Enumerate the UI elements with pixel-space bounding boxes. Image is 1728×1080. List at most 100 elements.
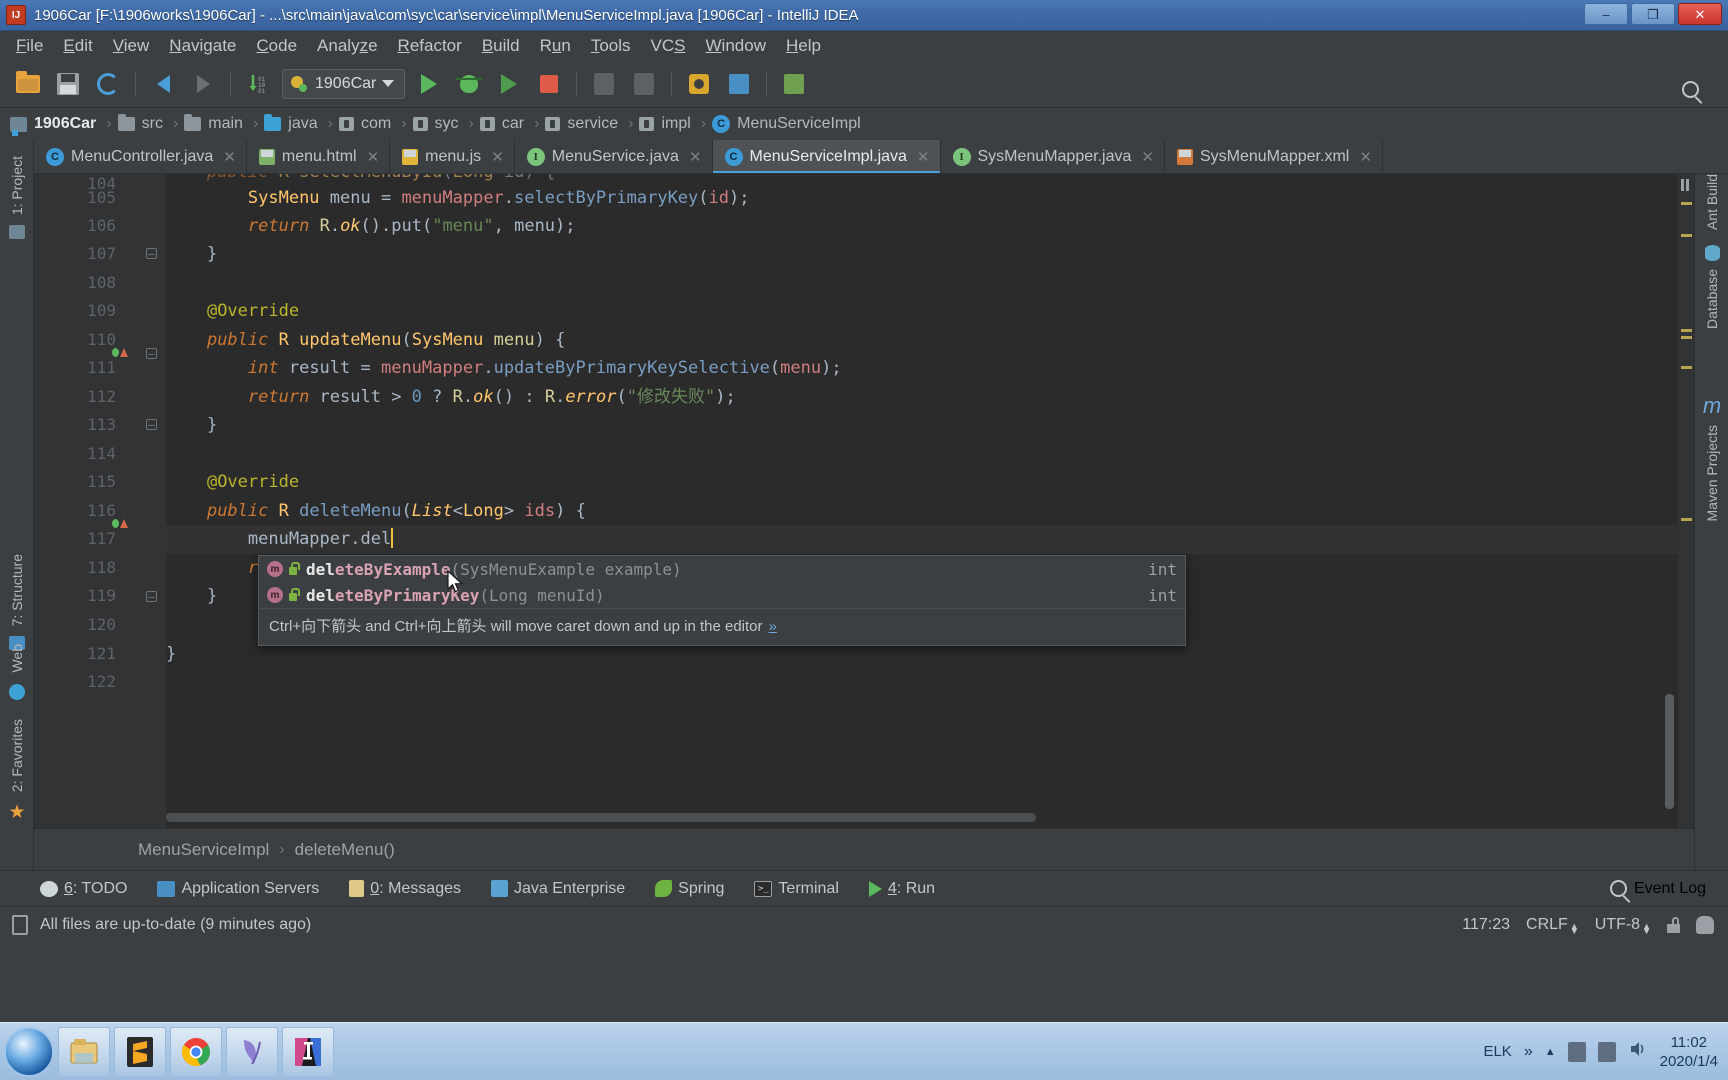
menu-view[interactable]: View bbox=[103, 34, 160, 58]
stripe-marker[interactable] bbox=[1681, 366, 1692, 369]
override-gutter-marker[interactable] bbox=[112, 515, 128, 531]
tab-menucontroller-java[interactable]: C MenuController.java ✕ bbox=[34, 140, 247, 173]
tab-sysmenumapper-java[interactable]: I SysMenuMapper.java ✕ bbox=[941, 140, 1165, 173]
sidebar-item-project[interactable]: 1: Project bbox=[0, 152, 34, 240]
stripe-marker[interactable] bbox=[1681, 234, 1692, 237]
maximize-button[interactable]: ❐ bbox=[1631, 3, 1675, 25]
run-configuration-selector[interactable]: 1906Car bbox=[282, 68, 406, 99]
code-line[interactable] bbox=[166, 668, 1694, 697]
volume-icon[interactable] bbox=[1628, 1039, 1648, 1064]
menu-refactor[interactable]: Refactor bbox=[388, 34, 472, 58]
menu-vcs[interactable]: VCS bbox=[641, 34, 696, 58]
vertical-scrollbar[interactable] bbox=[1665, 694, 1674, 809]
breadcrumb-main[interactable]: main › bbox=[184, 114, 264, 133]
run-with-coverage-icon[interactable] bbox=[492, 67, 526, 101]
menu-build[interactable]: Build bbox=[472, 34, 530, 58]
tab-menuserviceimpl-java[interactable]: C MenuServiceImpl.java ✕ bbox=[712, 140, 941, 173]
usb-icon[interactable] bbox=[1567, 1041, 1586, 1062]
tray-expand-icon[interactable]: » bbox=[1524, 1043, 1533, 1061]
update-project-icon[interactable]: 01 10 01 bbox=[241, 67, 275, 101]
code-line[interactable]: return result > 0 ? R.ok() : R.error("修改… bbox=[166, 383, 1694, 412]
sidebar-item-favorites[interactable]: 2: Favorites ★ bbox=[0, 715, 34, 822]
code-line[interactable]: } bbox=[166, 240, 1694, 269]
breadcrumb-java[interactable]: java › bbox=[264, 114, 339, 133]
event-log-button[interactable]: Event Log bbox=[1609, 880, 1706, 898]
show-hidden-icons-icon[interactable]: ▲ bbox=[1545, 1046, 1556, 1058]
taskbar-file-explorer-icon[interactable] bbox=[58, 1026, 110, 1077]
close-icon[interactable]: ✕ bbox=[367, 148, 380, 166]
unlocked-icon[interactable] bbox=[1667, 916, 1680, 933]
close-icon[interactable]: ✕ bbox=[1141, 148, 1154, 166]
debug-icon[interactable] bbox=[452, 67, 486, 101]
network-icon[interactable] bbox=[1597, 1041, 1616, 1062]
caret-position-indicator[interactable]: 117:23 bbox=[1462, 916, 1510, 934]
menu-window[interactable]: Window bbox=[696, 34, 776, 58]
search-everywhere-icon[interactable] bbox=[1673, 72, 1707, 106]
stripe-marker[interactable] bbox=[1681, 518, 1692, 521]
menu-file[interactable]: File bbox=[6, 34, 53, 58]
stripe-marker[interactable] bbox=[1681, 202, 1692, 205]
forward-arrow-icon[interactable] bbox=[186, 67, 220, 101]
menu-tools[interactable]: Tools bbox=[581, 34, 641, 58]
breadcrumb-1906car[interactable]: 1906Car › bbox=[10, 115, 118, 136]
minimize-button[interactable]: – bbox=[1584, 3, 1628, 25]
menu-edit[interactable]: Edit bbox=[53, 34, 102, 58]
tool-window-todo[interactable]: 6: TODO bbox=[40, 880, 127, 898]
tool-window-messages[interactable]: 0: Messages bbox=[349, 880, 461, 898]
close-icon[interactable]: ✕ bbox=[917, 148, 930, 166]
completion-item-deletebyprimarykey[interactable]: m deleteByPrimaryKey (Long menuId) int bbox=[259, 582, 1185, 608]
tool-window-java-enterprise[interactable]: Java Enterprise bbox=[491, 880, 625, 898]
menu-code[interactable]: Code bbox=[246, 34, 307, 58]
close-icon[interactable]: ✕ bbox=[689, 148, 702, 166]
override-gutter-marker[interactable] bbox=[112, 344, 128, 360]
settings-wrench-icon[interactable] bbox=[682, 67, 716, 101]
tab-menuservice-java[interactable]: I MenuService.java ✕ bbox=[515, 140, 713, 173]
tab-menu-js[interactable]: menu.js ✕ bbox=[390, 140, 515, 173]
code-line[interactable]: @Override bbox=[166, 297, 1694, 326]
sidebar-item-web[interactable]: Web bbox=[0, 640, 34, 700]
breadcrumb-class[interactable]: MenuServiceImpl bbox=[138, 840, 269, 860]
inspection-pause-icon[interactable] bbox=[1681, 179, 1691, 191]
breadcrumb-src[interactable]: src › bbox=[117, 114, 185, 133]
code-completion-popup[interactable]: m deleteByExample (SysMenuExample exampl… bbox=[258, 555, 1186, 646]
code-text-area[interactable]: public R selectMenuById(Long id) { SysMe… bbox=[166, 174, 1694, 828]
code-line[interactable] bbox=[166, 440, 1694, 469]
close-icon[interactable]: ✕ bbox=[491, 148, 504, 166]
project-structure-icon[interactable] bbox=[722, 67, 756, 101]
commit-icon[interactable] bbox=[587, 67, 621, 101]
close-button[interactable]: ✕ bbox=[1678, 3, 1722, 25]
code-fold-marker[interactable]: ─ bbox=[146, 419, 157, 430]
stripe-marker[interactable] bbox=[1681, 329, 1692, 332]
taskbar-navicat-icon[interactable] bbox=[226, 1026, 278, 1077]
code-line[interactable]: } bbox=[166, 411, 1694, 440]
sidebar-item-database[interactable]: Database bbox=[1695, 245, 1728, 333]
code-fold-marker[interactable]: ─ bbox=[146, 591, 157, 602]
tool-window-run[interactable]: 4: Run bbox=[868, 880, 935, 898]
code-line[interactable] bbox=[166, 269, 1694, 298]
code-line[interactable]: @Override bbox=[166, 468, 1694, 497]
open-folder-icon[interactable] bbox=[11, 67, 45, 101]
menu-run[interactable]: Run bbox=[530, 34, 581, 58]
taskbar-clock[interactable]: 11:02 2020/1/4 bbox=[1660, 1033, 1718, 1071]
update-icon[interactable] bbox=[627, 67, 661, 101]
breadcrumb-service[interactable]: service › bbox=[545, 115, 639, 133]
menu-help[interactable]: Help bbox=[776, 34, 831, 58]
breadcrumb-impl[interactable]: impl › bbox=[639, 115, 712, 133]
code-editor[interactable]: 104 105 106 107 108 109 110 111 112 113 … bbox=[34, 174, 1694, 828]
taskbar-intellij-idea-icon[interactable] bbox=[282, 1026, 334, 1077]
stop-icon[interactable] bbox=[532, 67, 566, 101]
code-line[interactable]: SysMenu menu = menuMapper.selectByPrimar… bbox=[166, 184, 1694, 213]
sidebar-item-structure[interactable]: 7: Structure bbox=[0, 550, 34, 651]
line-separator-indicator[interactable]: CRLF ▲ ▼ bbox=[1526, 916, 1579, 936]
close-icon[interactable]: ✕ bbox=[223, 148, 236, 166]
code-line-active[interactable]: menuMapper.del bbox=[166, 525, 1694, 554]
hector-inspection-icon[interactable] bbox=[1696, 915, 1714, 934]
code-line[interactable]: int result = menuMapper.updateByPrimaryK… bbox=[166, 354, 1694, 383]
breadcrumb-car[interactable]: car › bbox=[479, 115, 546, 133]
completion-hint-more-link[interactable]: » bbox=[769, 618, 777, 635]
save-all-icon[interactable] bbox=[51, 67, 85, 101]
sidebar-item-maven-projects[interactable]: m Maven Projects bbox=[1695, 395, 1728, 525]
menu-analyze[interactable]: Analyze bbox=[307, 34, 388, 58]
ime-indicator[interactable]: ELK bbox=[1483, 1043, 1511, 1060]
encoding-indicator[interactable]: UTF-8 ▲ ▼ bbox=[1595, 916, 1651, 936]
